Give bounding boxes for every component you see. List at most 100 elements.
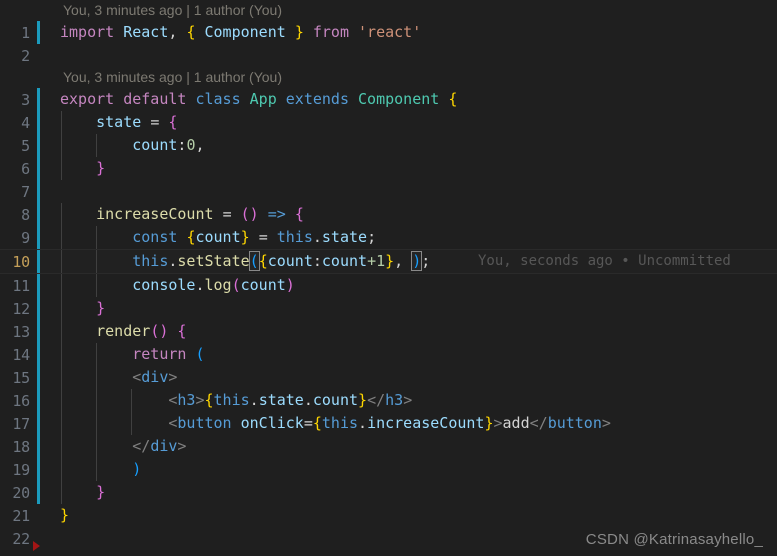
line-number-19[interactable]: 19 (0, 461, 36, 479)
code-text-13[interactable]: render() { (58, 320, 777, 343)
token-brace-open: { (258, 252, 268, 270)
code-text-16[interactable]: <h3>{this.state.count}</h3> (58, 389, 777, 412)
token-this: this (321, 414, 359, 432)
code-line-21[interactable]: 21 } (0, 504, 777, 527)
code-line-19[interactable]: 19 ) (0, 458, 777, 481)
git-change-indicator-20[interactable] (36, 481, 44, 504)
git-change-indicator-14[interactable] (36, 343, 44, 366)
git-change-indicator-5[interactable] (36, 134, 44, 157)
code-text-9[interactable]: const {count} = this.state; (58, 226, 777, 249)
git-change-indicator-7[interactable] (36, 180, 44, 203)
line-number-1[interactable]: 1 (0, 24, 36, 42)
code-text-11[interactable]: console.log(count) (58, 274, 777, 297)
line-number-10[interactable]: 10 (0, 253, 36, 271)
code-text-10[interactable]: this.setState({count:count+1}, ); You, se… (58, 250, 777, 273)
line-number-17[interactable]: 17 (0, 415, 36, 433)
git-change-indicator-19[interactable] (36, 458, 44, 481)
code-text-1[interactable]: import React, { Component } from 'react' (58, 21, 777, 44)
code-text-5[interactable]: count:0, (58, 134, 777, 157)
code-text-20[interactable]: } (58, 481, 777, 504)
line-number-9[interactable]: 9 (0, 229, 36, 247)
indent-guide (61, 366, 62, 389)
line-number-13[interactable]: 13 (0, 323, 36, 341)
line-number-14[interactable]: 14 (0, 346, 36, 364)
code-text-4[interactable]: state = { (58, 111, 777, 134)
code-text-6[interactable]: } (58, 157, 777, 180)
code-editor[interactable]: You, 3 minutes ago | 1 author (You) 1 im… (0, 0, 777, 556)
red-fold-triangle-icon[interactable] (33, 541, 40, 551)
git-change-indicator-12[interactable] (36, 297, 44, 320)
code-line-5[interactable]: 5 count:0, (0, 134, 777, 157)
code-line-3[interactable]: 3 export default class App extends Compo… (0, 88, 777, 111)
code-line-20[interactable]: 20 } (0, 481, 777, 504)
git-change-indicator-18[interactable] (36, 435, 44, 458)
code-line-4[interactable]: 4 state = { (0, 111, 777, 134)
code-line-16[interactable]: 16 <h3>{this.state.count}</h3> (0, 389, 777, 412)
token-dot: . (358, 414, 368, 432)
code-text-18[interactable]: </div> (58, 435, 777, 458)
code-line-7[interactable]: 7 (0, 180, 777, 203)
code-text-15[interactable]: <div> (58, 366, 777, 389)
token-dot: . (303, 391, 313, 409)
git-change-indicator-4[interactable] (36, 111, 44, 134)
code-line-13[interactable]: 13 render() { (0, 320, 777, 343)
code-line-14[interactable]: 14 return ( (0, 343, 777, 366)
line-number-4[interactable]: 4 (0, 114, 36, 132)
line-number-15[interactable]: 15 (0, 369, 36, 387)
line-number-22[interactable]: 22 (0, 530, 36, 548)
line-number-6[interactable]: 6 (0, 160, 36, 178)
line-number-8[interactable]: 8 (0, 206, 36, 224)
token-brace-close: } (96, 159, 106, 177)
line-number-12[interactable]: 12 (0, 300, 36, 318)
code-line-12[interactable]: 12 } (0, 297, 777, 320)
indent-guide (61, 320, 62, 343)
git-change-indicator-11[interactable] (36, 274, 44, 297)
git-change-indicator-10[interactable] (36, 250, 44, 273)
token-paren-close: ) (132, 460, 142, 478)
line-number-2[interactable]: 2 (0, 47, 36, 65)
code-line-1[interactable]: 1 import React, { Component } from 'reac… (0, 21, 777, 44)
token-gt: > (493, 414, 503, 432)
git-change-indicator-8[interactable] (36, 203, 44, 226)
code-text-17[interactable]: <button onClick={this.increaseCount}>add… (58, 412, 777, 435)
code-line-17[interactable]: 17 <button onClick={this.increaseCount}>… (0, 412, 777, 435)
inline-blame-text[interactable]: You, seconds ago • Uncommitted (478, 250, 731, 273)
code-line-18[interactable]: 18 </div> (0, 435, 777, 458)
token-react: React (123, 23, 169, 41)
git-change-indicator-3[interactable] (36, 88, 44, 111)
token-brace-open: { (168, 113, 178, 131)
blame-text[interactable]: You, 3 minutes ago | 1 author (You) (60, 69, 282, 85)
code-text-19[interactable]: ) (58, 458, 777, 481)
git-change-indicator-1[interactable] (36, 21, 44, 44)
indent-guide (61, 481, 62, 504)
line-number-11[interactable]: 11 (0, 277, 36, 295)
indent-guide (96, 389, 97, 412)
code-text-14[interactable]: return ( (58, 343, 777, 366)
code-text-21[interactable]: } (58, 504, 777, 527)
git-change-indicator-15[interactable] (36, 366, 44, 389)
code-line-2[interactable]: 2 (0, 44, 777, 67)
token-brace-close: } (385, 252, 395, 270)
line-number-5[interactable]: 5 (0, 137, 36, 155)
code-text-8[interactable]: increaseCount = () => { (58, 203, 777, 226)
code-line-11[interactable]: 11 console.log(count) (0, 274, 777, 297)
code-line-15[interactable]: 15 <div> (0, 366, 777, 389)
git-change-indicator-13[interactable] (36, 320, 44, 343)
line-number-20[interactable]: 20 (0, 484, 36, 502)
line-number-16[interactable]: 16 (0, 392, 36, 410)
code-text-12[interactable]: } (58, 297, 777, 320)
git-change-indicator-17[interactable] (36, 412, 44, 435)
code-line-9[interactable]: 9 const {count} = this.state; (0, 226, 777, 249)
code-line-10-active[interactable]: 10 this.setState({count:count+1}, ); You,… (0, 249, 777, 274)
code-text-3[interactable]: export default class App extends Compone… (58, 88, 777, 111)
line-number-18[interactable]: 18 (0, 438, 36, 456)
git-change-indicator-9[interactable] (36, 226, 44, 249)
line-number-21[interactable]: 21 (0, 507, 36, 525)
git-change-indicator-6[interactable] (36, 157, 44, 180)
git-change-indicator-16[interactable] (36, 389, 44, 412)
line-number-7[interactable]: 7 (0, 183, 36, 201)
code-line-6[interactable]: 6 } (0, 157, 777, 180)
code-line-8[interactable]: 8 increaseCount = () => { (0, 203, 777, 226)
line-number-3[interactable]: 3 (0, 91, 36, 109)
blame-text[interactable]: You, 3 minutes ago | 1 author (You) (60, 2, 282, 18)
